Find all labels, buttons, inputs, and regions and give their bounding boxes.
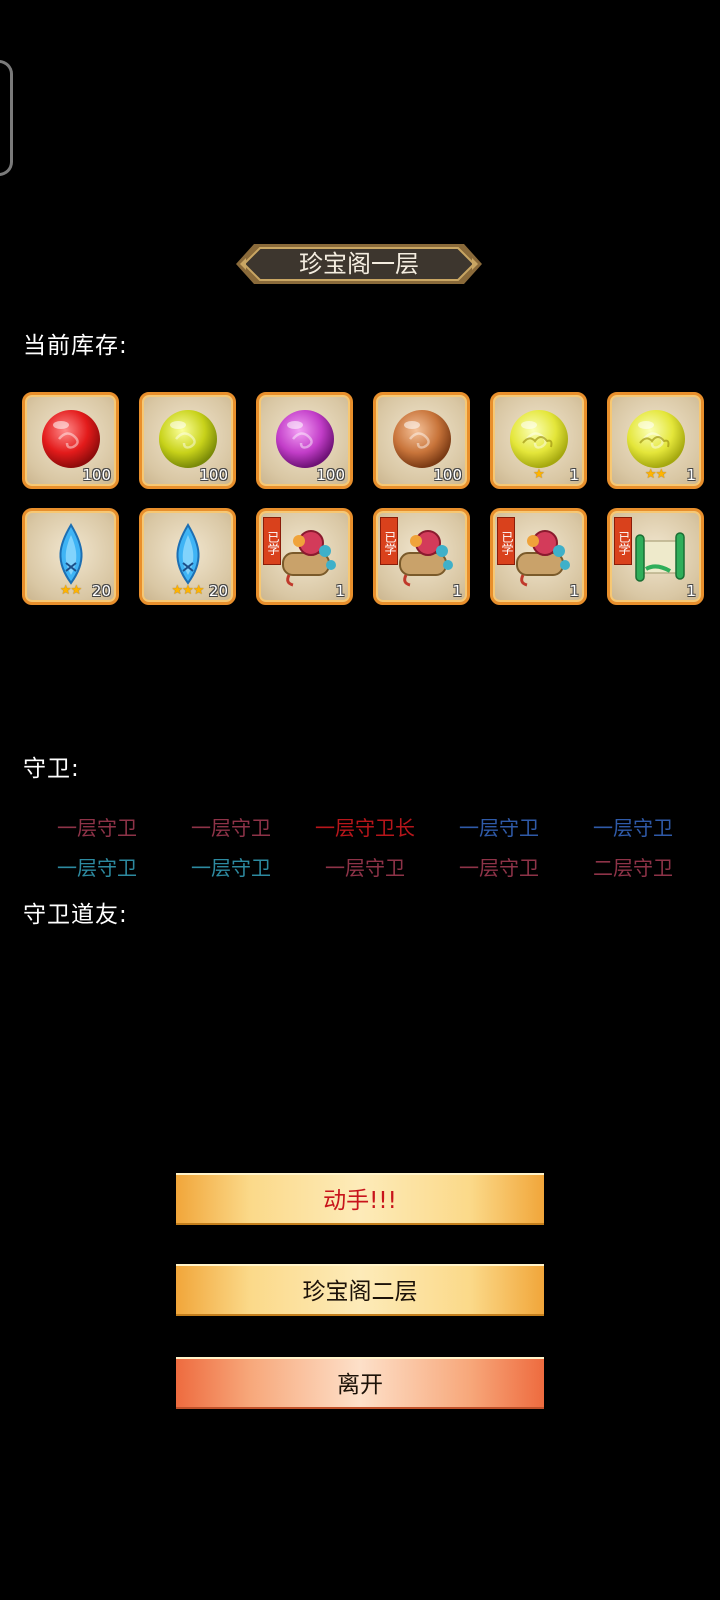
attack-button[interactable]: 动手!!!	[176, 1173, 544, 1225]
inventory-slot[interactable]: ★★★ 20	[139, 508, 236, 605]
inventory-slot[interactable]: 已学 1	[607, 508, 704, 605]
item-count: 100	[433, 466, 462, 484]
guard-name[interactable]: 二层守卫	[566, 857, 700, 879]
leave-button[interactable]: 离开	[176, 1357, 544, 1409]
learned-tag: 已学	[497, 517, 515, 565]
inventory-slot[interactable]: 100	[256, 392, 353, 489]
item-count: 1	[452, 582, 462, 600]
guard-name[interactable]: 一层守卫	[164, 817, 298, 839]
item-count: 1	[686, 582, 696, 600]
inventory-slot[interactable]: ★★ 20	[22, 508, 119, 605]
guard-name[interactable]: 一层守卫	[30, 857, 164, 879]
guard-name[interactable]: 一层守卫	[432, 817, 566, 839]
item-count: 1	[569, 466, 579, 484]
learned-tag: 已学	[263, 517, 281, 565]
guard-name[interactable]: 一层守卫长	[298, 817, 432, 839]
item-count: 100	[82, 466, 111, 484]
item-count: 1	[686, 466, 696, 484]
guards-list: 一层守卫 一层守卫 一层守卫长 一层守卫 一层守卫 一层守卫 一层守卫 一层守卫 一层守卫 二层守…	[30, 817, 700, 879]
learned-tag: 已学	[380, 517, 398, 565]
inventory-slot[interactable]: 100	[22, 392, 119, 489]
side-panel-edge	[0, 60, 13, 176]
item-count: 1	[335, 582, 345, 600]
item-count: 20	[208, 582, 228, 600]
allies-label: 守卫道友:	[23, 902, 128, 928]
guard-name[interactable]: 一层守卫	[298, 857, 432, 879]
guard-name[interactable]: 一层守卫	[432, 857, 566, 879]
inventory-grid: 100 100 100 100 ★ 1 ★★ 1 ★★ 20 ★★★ 20 已学 1	[22, 392, 704, 605]
guards-label: 守卫:	[23, 756, 80, 782]
guard-name[interactable]: 一层守卫	[566, 817, 700, 839]
inventory-slot[interactable]: ★★ 1	[607, 392, 704, 489]
page-title: 珍宝阁一层	[299, 250, 419, 278]
inventory-slot[interactable]: 100	[139, 392, 236, 489]
inventory-slot[interactable]: 已学 1	[256, 508, 353, 605]
learned-tag: 已学	[614, 517, 632, 565]
guard-name[interactable]: 一层守卫	[30, 817, 164, 839]
inventory-slot[interactable]: ★ 1	[490, 392, 587, 489]
item-count: 1	[569, 582, 579, 600]
guard-name[interactable]: 一层守卫	[164, 857, 298, 879]
item-count: 100	[199, 466, 228, 484]
inventory-slot[interactable]: 已学 1	[373, 508, 470, 605]
inventory-label: 当前库存:	[23, 333, 128, 359]
item-count: 20	[91, 582, 111, 600]
title-plaque: 珍宝阁一层	[236, 236, 482, 292]
next-floor-button[interactable]: 珍宝阁二层	[176, 1264, 544, 1316]
item-count: 100	[316, 466, 345, 484]
inventory-slot[interactable]: 100	[373, 392, 470, 489]
inventory-slot[interactable]: 已学 1	[490, 508, 587, 605]
